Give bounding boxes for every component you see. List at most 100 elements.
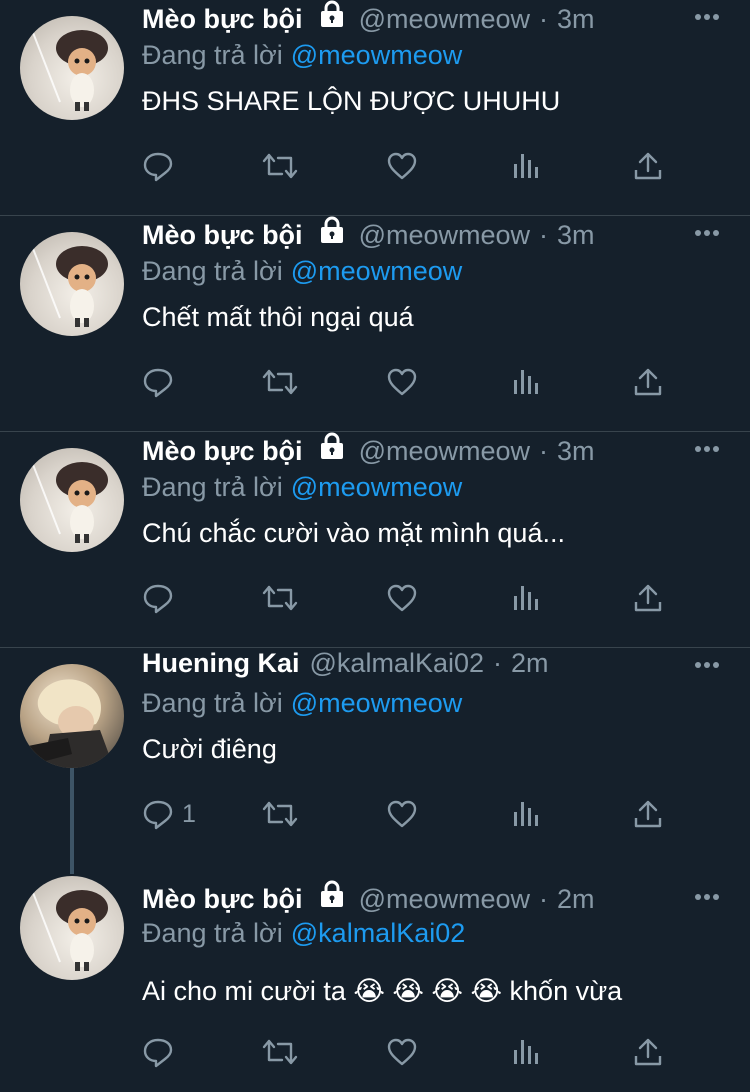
timestamp[interactable]: 3m xyxy=(557,436,595,467)
reply-label: Đang trả lời xyxy=(142,472,283,502)
retweet-button[interactable] xyxy=(260,582,300,614)
display-name[interactable]: Mèo bực bội xyxy=(142,220,303,251)
retweet-button[interactable] xyxy=(260,798,300,830)
like-button[interactable] xyxy=(386,582,418,614)
reply-icon xyxy=(143,368,173,398)
heart-icon xyxy=(387,1038,417,1066)
reply-icon xyxy=(143,152,173,182)
analytics-icon xyxy=(514,586,538,610)
more-icon[interactable] xyxy=(694,8,720,26)
share-button[interactable] xyxy=(632,798,664,830)
retweet-button[interactable] xyxy=(260,150,300,182)
reply-label: Đang trả lời xyxy=(142,40,283,70)
user-handle[interactable]: @meowmeow xyxy=(359,220,530,251)
timestamp[interactable]: 2m xyxy=(557,884,595,915)
mention-link[interactable]: @meowmeow xyxy=(291,40,462,70)
reply-icon xyxy=(143,584,173,614)
more-icon[interactable] xyxy=(694,440,720,458)
like-button[interactable] xyxy=(386,366,418,398)
reply-context: Đang trả lời @meowmeow xyxy=(142,688,462,719)
tweet[interactable]: Mèo bực bội @meowmeow · 3m Đang trả lời @… xyxy=(0,216,750,432)
reply-label: Đang trả lời xyxy=(142,256,283,286)
user-handle[interactable]: @meowmeow xyxy=(359,4,530,35)
share-button[interactable] xyxy=(632,366,664,398)
display-name[interactable]: Mèo bực bội xyxy=(142,884,303,915)
more-icon[interactable] xyxy=(694,888,720,906)
tweet-text: Chú chắc cười vào mặt mình quá... xyxy=(142,518,565,548)
action-bar xyxy=(142,150,682,190)
timestamp[interactable]: 2m xyxy=(511,648,549,679)
avatar[interactable] xyxy=(20,664,124,768)
share-icon xyxy=(634,152,662,180)
tweet[interactable]: Mèo bực bội @meowmeow · 2m Đang trả lời @… xyxy=(0,860,750,1092)
mention-link[interactable]: @kalmalKai02 xyxy=(291,918,466,948)
tweet[interactable]: Mèo bực bội @meowmeow · 3m Đang trả lời @… xyxy=(0,432,750,648)
separator-dot: · xyxy=(539,436,549,466)
cat-icon xyxy=(31,29,108,111)
reply-button[interactable] xyxy=(142,150,182,182)
mention-link[interactable]: @meowmeow xyxy=(291,688,462,718)
analytics-icon xyxy=(514,1040,538,1064)
person-photo-icon xyxy=(28,679,114,768)
share-icon xyxy=(634,584,662,612)
share-button[interactable] xyxy=(632,150,664,182)
retweet-icon xyxy=(262,801,298,827)
lock-icon xyxy=(317,0,347,35)
avatar[interactable] xyxy=(20,448,124,552)
avatar[interactable] xyxy=(20,876,124,980)
tweet[interactable]: Huening Kai @kalmalKai02 · 2m Đang trả l… xyxy=(0,648,750,860)
reply-icon xyxy=(143,800,173,830)
analytics-button[interactable] xyxy=(510,1036,542,1068)
retweet-icon xyxy=(262,369,298,395)
reply-button[interactable] xyxy=(142,1036,182,1068)
retweet-icon xyxy=(262,153,298,179)
timestamp[interactable]: 3m xyxy=(557,220,595,251)
avatar[interactable] xyxy=(20,16,124,120)
user-handle[interactable]: @meowmeow xyxy=(359,884,530,915)
share-icon xyxy=(634,800,662,828)
thread-line xyxy=(70,860,74,874)
mention-link[interactable]: @meowmeow xyxy=(291,256,462,286)
reply-icon xyxy=(143,1038,173,1068)
more-icon[interactable] xyxy=(694,224,720,242)
tweet[interactable]: Mèo bực bội @meowmeow · 3m Đang trả lời @… xyxy=(0,0,750,216)
like-button[interactable] xyxy=(386,150,418,182)
reply-context: Đang trả lời @kalmalKai02 xyxy=(142,918,465,949)
mention-link[interactable]: @meowmeow xyxy=(291,472,462,502)
reply-button[interactable] xyxy=(142,366,182,398)
share-button[interactable] xyxy=(632,1036,664,1068)
action-bar xyxy=(142,1036,682,1076)
action-bar xyxy=(142,366,682,406)
analytics-button[interactable] xyxy=(510,798,542,830)
user-handle[interactable]: @meowmeow xyxy=(359,436,530,467)
analytics-icon xyxy=(514,802,538,826)
analytics-button[interactable] xyxy=(510,582,542,614)
share-button[interactable] xyxy=(632,582,664,614)
timestamp[interactable]: 3m xyxy=(557,4,595,35)
retweet-icon xyxy=(262,1039,298,1065)
like-button[interactable] xyxy=(386,798,418,830)
retweet-button[interactable] xyxy=(260,366,300,398)
analytics-button[interactable] xyxy=(510,150,542,182)
reply-label: Đang trả lời xyxy=(142,688,283,718)
tweet-text: Cười điêng xyxy=(142,734,277,764)
reply-button[interactable]: 1 xyxy=(142,798,196,830)
display-name[interactable]: Mèo bực bội xyxy=(142,436,303,467)
avatar[interactable] xyxy=(20,232,124,336)
cat-icon xyxy=(31,461,108,543)
like-button[interactable] xyxy=(386,1036,418,1068)
retweet-button[interactable] xyxy=(260,1036,300,1068)
analytics-button[interactable] xyxy=(510,366,542,398)
display-name[interactable]: Mèo bực bội xyxy=(142,4,303,35)
display-name[interactable]: Huening Kai xyxy=(142,648,300,679)
cat-icon xyxy=(31,245,108,327)
tweet-text: Ai cho mi cười ta 😭 😭 😭 😭 khốn vừa xyxy=(142,976,623,1006)
heart-icon xyxy=(387,800,417,828)
lock-icon xyxy=(317,432,347,467)
heart-icon xyxy=(387,152,417,180)
cat-icon xyxy=(31,889,108,971)
analytics-icon xyxy=(514,154,538,178)
user-handle[interactable]: @kalmalKai02 xyxy=(310,648,485,679)
more-icon[interactable] xyxy=(694,656,720,674)
reply-button[interactable] xyxy=(142,582,182,614)
